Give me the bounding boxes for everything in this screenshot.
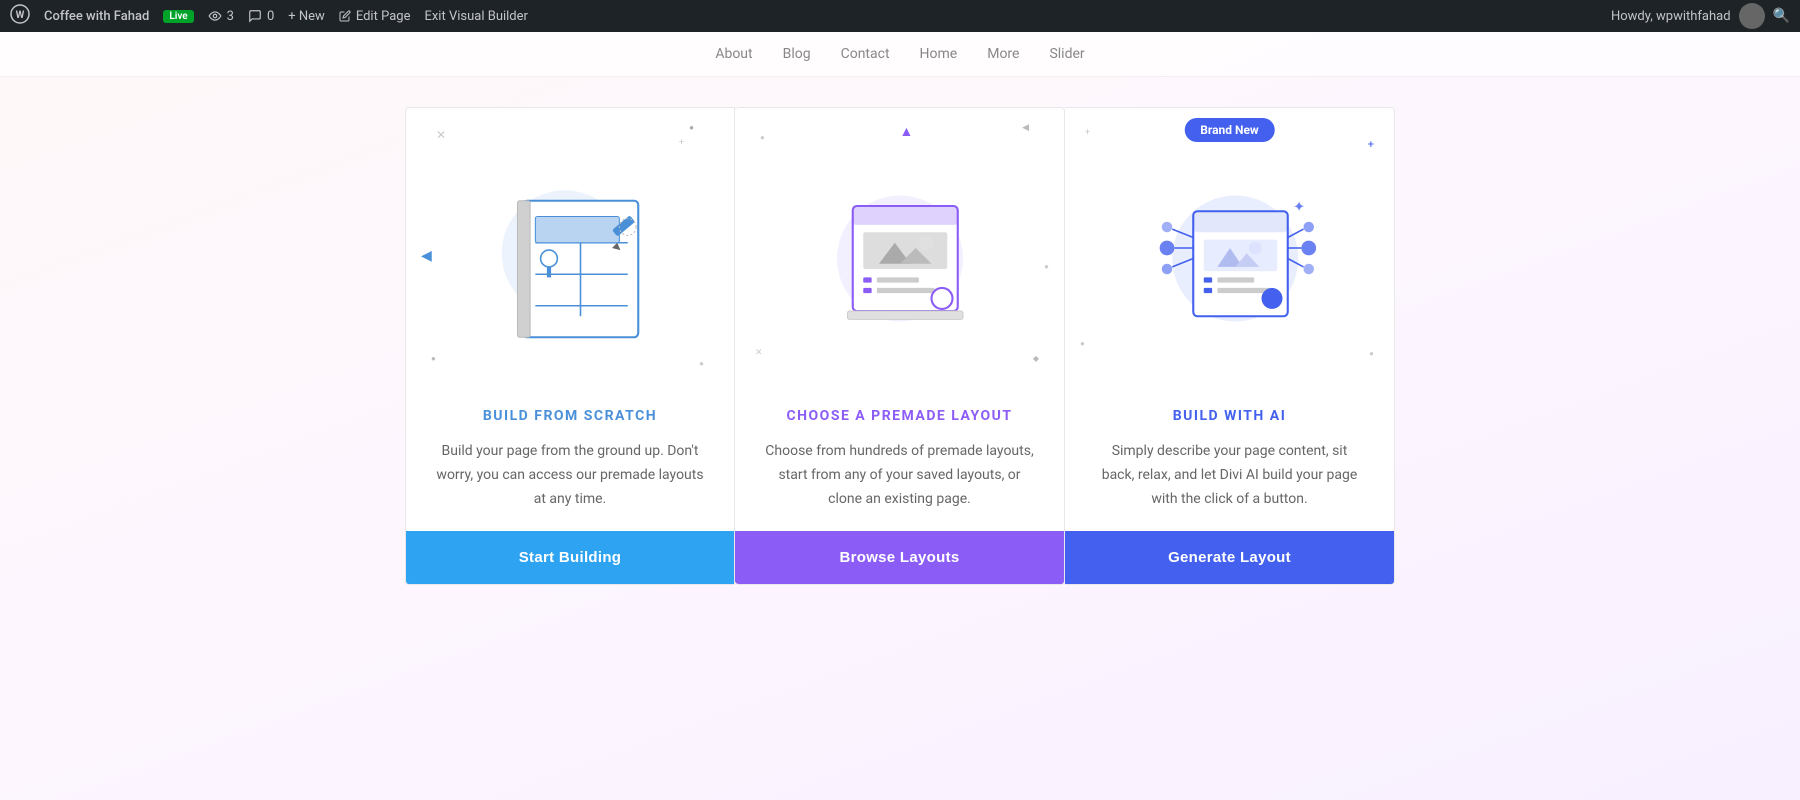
scratch-svg	[465, 143, 675, 353]
start-building-button[interactable]: Start Building	[406, 531, 734, 584]
ai-svg: ✦	[1125, 143, 1335, 353]
premade-illustration: ● ◀ ✕ ◆ ● ▲	[735, 108, 1064, 388]
deco-plus1: +	[679, 138, 684, 148]
premade-body: CHOOSE A PREMADE LAYOUT Choose from hund…	[735, 388, 1064, 531]
premade-title: CHOOSE A PREMADE LAYOUT	[765, 408, 1034, 424]
card-scratch: ✕ ● ● ● ◀ +	[405, 107, 735, 585]
nav-slider[interactable]: Slider	[1049, 46, 1084, 62]
admin-bar: W Coffee with Fahad Live 3 0 + New Edit …	[0, 0, 1800, 32]
svg-text:W: W	[16, 10, 25, 21]
avatar	[1739, 3, 1765, 29]
scratch-illustration: ✕ ● ● ● ◀ +	[406, 108, 734, 388]
nav-home[interactable]: Home	[920, 46, 958, 62]
deco-dot2: ●	[431, 354, 436, 363]
edit-page-button[interactable]: Edit Page	[339, 9, 411, 24]
ai-description: Simply describe your page content, sit b…	[1095, 440, 1364, 511]
ai-body: BUILD WITH AI Simply describe your page …	[1065, 388, 1394, 531]
site-name[interactable]: Coffee with Fahad	[44, 9, 149, 24]
comment-count[interactable]: 0	[248, 9, 274, 24]
card-premade: ● ◀ ✕ ◆ ● ▲	[735, 107, 1065, 585]
browse-layouts-button[interactable]: Browse Layouts	[735, 531, 1064, 584]
cards-container: ✕ ● ● ● ◀ +	[405, 107, 1395, 585]
deco-p5: ●	[1044, 262, 1049, 271]
generate-layout-button[interactable]: Generate Layout	[1065, 531, 1394, 584]
view-count[interactable]: 3	[208, 9, 234, 24]
deco-p3: ✕	[755, 348, 763, 358]
deco-p4: ◆	[1033, 354, 1039, 363]
nav-bar: About Blog Contact Home More Slider	[0, 32, 1800, 77]
deco-a3: ●	[1080, 339, 1085, 348]
scratch-title: BUILD FROM SCRATCH	[436, 408, 704, 424]
howdy-text: Howdy, wpwithfahad	[1611, 9, 1731, 24]
deco-arrow: ◀	[421, 248, 432, 264]
deco-a2: +	[1368, 138, 1374, 151]
wp-logo-icon[interactable]: W	[10, 4, 30, 28]
nav-about[interactable]: About	[715, 46, 752, 62]
premade-description: Choose from hundreds of premade layouts,…	[765, 440, 1034, 511]
deco-dot1: ●	[689, 123, 694, 132]
nav-blog[interactable]: Blog	[783, 46, 811, 62]
nav-contact[interactable]: Contact	[841, 46, 890, 62]
card-ai: Brand New + + ● ●	[1065, 107, 1395, 585]
deco-cross: ✕	[436, 128, 446, 142]
new-button[interactable]: + New	[288, 9, 325, 24]
exit-builder-button[interactable]: Exit Visual Builder	[424, 9, 527, 24]
deco-p2: ◀	[1022, 123, 1029, 133]
deco-p1: ●	[760, 133, 765, 142]
brand-new-badge: Brand New	[1184, 118, 1275, 142]
live-badge: Live	[163, 10, 193, 23]
search-icon[interactable]: 🔍	[1773, 8, 1790, 24]
svg-text:✦: ✦	[1293, 197, 1305, 215]
deco-a1: +	[1085, 128, 1090, 138]
scratch-body: BUILD FROM SCRATCH Build your page from …	[406, 388, 734, 531]
premade-svg	[795, 143, 1005, 353]
deco-triangle: ▲	[900, 123, 914, 140]
ai-illustration: + + ● ●	[1065, 108, 1394, 388]
nav-more[interactable]: More	[987, 46, 1019, 62]
scratch-description: Build your page from the ground up. Don'…	[436, 440, 704, 511]
deco-dot3: ●	[699, 359, 704, 368]
ai-title: BUILD WITH AI	[1095, 408, 1364, 424]
deco-a4: ●	[1369, 349, 1374, 358]
page-content: About Blog Contact Home More Slider ✕ ● …	[0, 32, 1800, 800]
